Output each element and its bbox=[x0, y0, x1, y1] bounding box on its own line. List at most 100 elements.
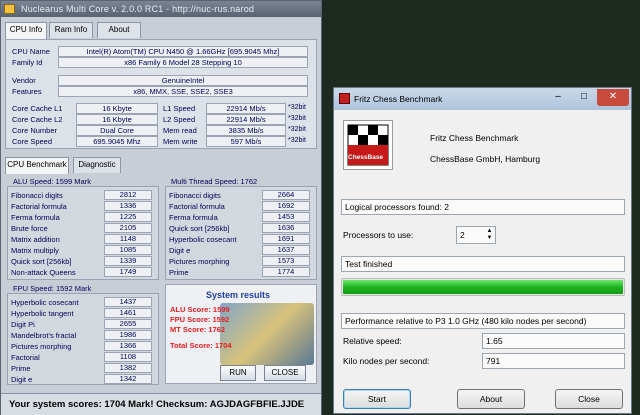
benchmark-value: 1461 bbox=[104, 308, 152, 318]
benchmark-name: Factorial formula bbox=[11, 202, 67, 211]
fpu-panel: Hyperbolic cosecant 1437 Hyperbolic tangen… bbox=[7, 293, 159, 385]
benchmark-name: Pictures morphing bbox=[169, 257, 230, 266]
benchmark-value: 1691 bbox=[262, 234, 310, 244]
fritz-title-bar[interactable]: Fritz Chess Benchmark – □ ✕ bbox=[334, 88, 631, 110]
benchmark-name: Factorial bbox=[11, 353, 40, 362]
fritz-window-title: Fritz Chess Benchmark bbox=[354, 94, 443, 104]
benchmark-name: Fibonacci digits bbox=[169, 191, 221, 200]
alu-header: ALU Speed: 1599 Mark bbox=[13, 177, 91, 186]
about-button[interactable]: About bbox=[457, 389, 525, 409]
run-button[interactable]: RUN bbox=[220, 365, 256, 381]
processors-value: 2 bbox=[460, 230, 465, 240]
benchmark-row: Fibonacci digits 2664 bbox=[166, 190, 316, 201]
benchmark-name: Brute force bbox=[11, 224, 48, 233]
l2-cache-label: Core Cache L2 bbox=[12, 115, 63, 124]
spinner-up-icon[interactable]: ▲ bbox=[485, 228, 494, 235]
benchmark-value: 2655 bbox=[104, 319, 152, 329]
benchmark-value: 2105 bbox=[104, 223, 152, 233]
benchmark-value: 1774 bbox=[262, 267, 310, 277]
benchmark-row: Hyperbolic tangent 1461 bbox=[8, 308, 158, 319]
family-label: Family Id bbox=[12, 58, 43, 67]
benchmark-value: 1437 bbox=[104, 297, 152, 307]
l1-cache-label: Core Cache L1 bbox=[12, 104, 63, 113]
nuclearus-title-bar[interactable]: Nuclearus Multi Core v. 2.0.0 RC1 - http… bbox=[1, 1, 321, 17]
alu-panel: Fibonacci digits 2812 Factorial formula 133… bbox=[7, 186, 159, 280]
tab-ram-info[interactable]: Ram Info bbox=[49, 22, 93, 38]
family-value: x86 Family 6 Model 28 Stepping 10 bbox=[58, 57, 308, 68]
benchmark-row: Quick sort [256kb] 1636 bbox=[166, 223, 316, 234]
maximize-button[interactable]: □ bbox=[571, 89, 597, 106]
benchmark-row: Digit Pi 2655 bbox=[8, 319, 158, 330]
progress-fill bbox=[343, 280, 623, 294]
benchmark-name: Digit e bbox=[169, 246, 191, 255]
tab-cpu-info[interactable]: CPU Info bbox=[5, 22, 47, 39]
benchmark-row: Matrix addition 1148 bbox=[8, 234, 158, 245]
l2-speed-value: 22914 Mb/s bbox=[206, 114, 286, 125]
benchmark-row: Brute force 2105 bbox=[8, 223, 158, 234]
benchmark-name: Matrix addition bbox=[11, 235, 60, 244]
benchmark-name: Prime bbox=[11, 364, 31, 373]
relative-speed-value: 1.65 bbox=[482, 333, 625, 349]
benchmark-value: 1148 bbox=[104, 234, 152, 244]
benchmark-name: Hyperbolic tangent bbox=[11, 309, 74, 318]
benchmark-row: Pictures morphing 1366 bbox=[8, 341, 158, 352]
vendor-label: Vendor bbox=[12, 76, 36, 85]
benchmark-name: Factorial formula bbox=[169, 202, 225, 211]
test-status: Test finished bbox=[341, 256, 625, 272]
spinner-down-icon[interactable]: ▼ bbox=[485, 235, 494, 242]
tab-diagnostic[interactable]: Diagnostic bbox=[73, 157, 121, 173]
features-value: x86, MMX, SSE, SSE2, SSE3 bbox=[58, 86, 308, 97]
l2-speed-label: L2 Speed bbox=[163, 115, 196, 124]
motherboard-image bbox=[220, 303, 314, 365]
benchmark-name: Ferma formula bbox=[169, 213, 218, 222]
tab-cpu-benchmark[interactable]: CPU Benchmark bbox=[5, 157, 69, 174]
benchmark-row: Mandelbrot's fractal 1986 bbox=[8, 330, 158, 341]
start-button[interactable]: Start bbox=[343, 389, 411, 409]
benchmark-row: Ferma formula 1225 bbox=[8, 212, 158, 223]
close-button[interactable]: CLOSE bbox=[264, 365, 306, 381]
results-title: System results bbox=[206, 290, 271, 300]
close-window-button[interactable]: ✕ bbox=[597, 89, 629, 106]
benchmark-value: 1453 bbox=[262, 212, 310, 222]
benchmark-row: Hyperbolic cosecant 1437 bbox=[8, 297, 158, 308]
processors-spinner[interactable]: 2 ▲ ▼ bbox=[456, 226, 496, 244]
mt-header: Multi Thread Speed: 1762 bbox=[171, 177, 258, 186]
bench-tabs: CPU Benchmark Diagnostic bbox=[5, 157, 315, 174]
benchmark-name: Prime bbox=[169, 268, 189, 277]
benchmark-row: Factorial 1108 bbox=[8, 352, 158, 363]
benchmark-value: 1225 bbox=[104, 212, 152, 222]
benchmark-value: 1692 bbox=[262, 201, 310, 211]
tab-about[interactable]: About bbox=[97, 22, 141, 38]
benchmark-row: Digit e 1342 bbox=[8, 374, 158, 385]
minimize-button[interactable]: – bbox=[545, 89, 571, 106]
benchmark-row: Factorial formula 1692 bbox=[166, 201, 316, 212]
benchmark-value: 1336 bbox=[104, 201, 152, 211]
benchmark-value: 1986 bbox=[104, 330, 152, 340]
core-speed-value: 695.9045 Mhz bbox=[76, 136, 158, 147]
status-bar: Your system scores: 1704 Mark! Checksum:… bbox=[1, 393, 321, 415]
performance-text: Performance relative to P3 1.0 GHz (480 … bbox=[341, 313, 625, 329]
benchmark-value: 2664 bbox=[262, 190, 310, 200]
benchmark-progress-bar bbox=[341, 278, 625, 296]
app-icon bbox=[4, 4, 15, 14]
mem-write-label: Mem write bbox=[163, 137, 198, 146]
cpu-info-panel: CPU Name Intel(R) Atom(TM) CPU N450 @ 1.… bbox=[5, 39, 317, 149]
benchmark-value: 1339 bbox=[104, 256, 152, 266]
knps-value: 791 bbox=[482, 353, 625, 369]
processors-label: Processors to use: bbox=[343, 230, 414, 240]
cpu-name-label: CPU Name bbox=[12, 47, 50, 56]
main-tabs: CPU Info Ram Info About bbox=[5, 22, 315, 39]
benchmark-row: Quick sort [256kb] 1339 bbox=[8, 256, 158, 267]
core-number-value: Dual Core bbox=[76, 125, 158, 136]
l1-cache-value: 16 Kbyte bbox=[76, 103, 158, 114]
window-title: Nuclearus Multi Core v. 2.0.0 RC1 - http… bbox=[21, 4, 255, 14]
fritz-company: ChessBase GmbH, Hamburg bbox=[430, 154, 541, 164]
vendor-value: GenuineIntel bbox=[58, 75, 308, 86]
benchmark-row: Factorial formula 1336 bbox=[8, 201, 158, 212]
benchmark-row: Ferma formula 1453 bbox=[166, 212, 316, 223]
l2-cache-value: 16 Kbyte bbox=[76, 114, 158, 125]
fritz-close-button[interactable]: Close bbox=[555, 389, 623, 409]
mem-write-bit: *32bit bbox=[288, 137, 306, 144]
benchmark-value: 1108 bbox=[104, 352, 152, 362]
mem-read-bit: *32bit bbox=[288, 126, 306, 133]
